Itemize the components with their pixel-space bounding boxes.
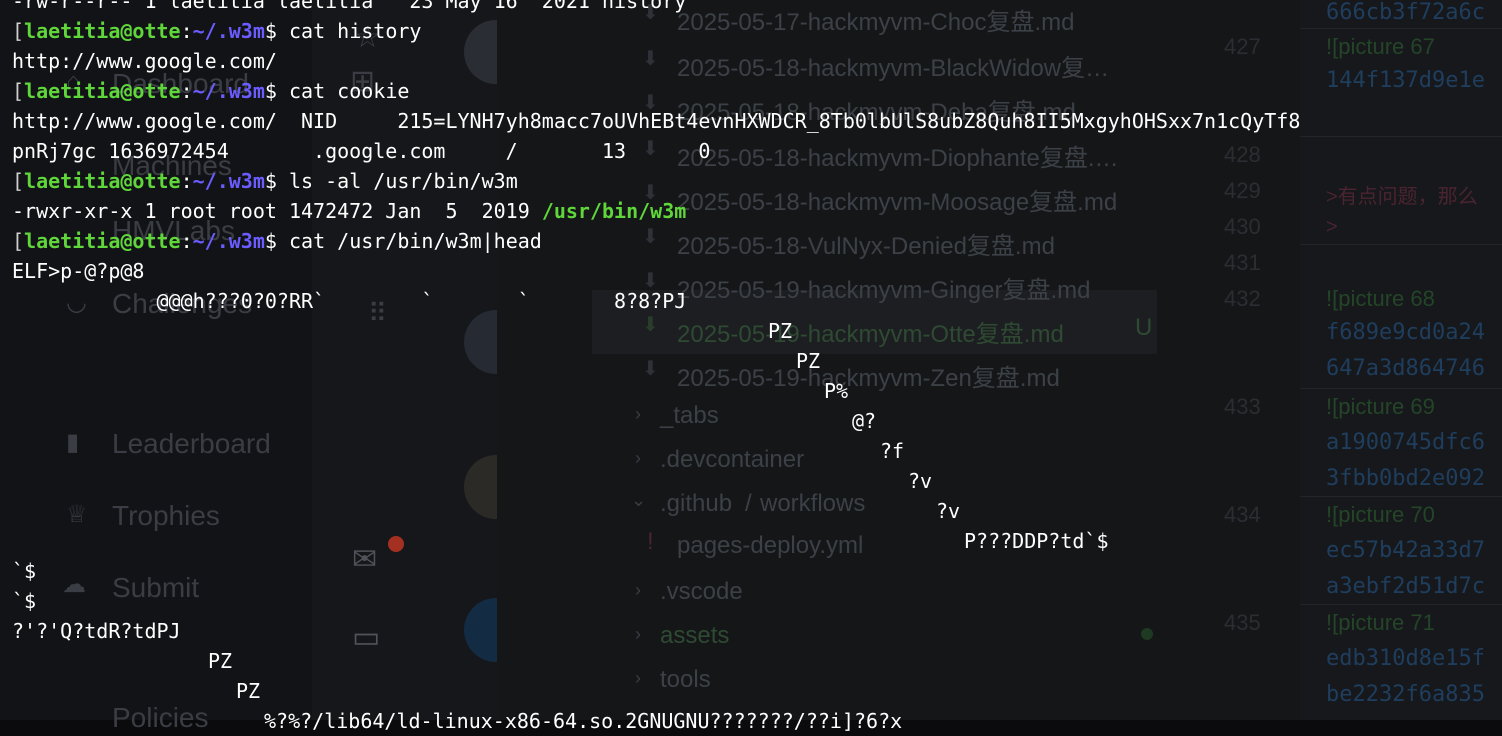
binary-output: ?v <box>908 469 933 493</box>
command-text: cat history <box>288 19 422 43</box>
terminal-output: http://www.google.com/ NID 215=LYNH7yh8m… <box>12 109 1301 133</box>
prompt-user: laetitia@otte <box>24 169 181 193</box>
binary-output: ELF>p-@?p@8 <box>12 259 145 283</box>
terminal[interactable]: -rw-r--r-- 1 laetitia laetitia 23 May 16… <box>0 0 1502 733</box>
terminal-prompt-line: [laetitia@otte:~/.w3m$ ls -al /usr/bin/w… <box>12 169 518 193</box>
terminal-prompt-line: [laetitia@otte:~/.w3m$ cat history <box>12 19 422 43</box>
binary-output: ?'?'Q?tdR?tdPJ <box>12 619 181 643</box>
terminal-output: http://www.google.com/ <box>12 49 277 73</box>
binary-output: `$ <box>12 559 37 583</box>
binary-output: `$ <box>12 589 37 613</box>
command-text: ls -al /usr/bin/w3m <box>288 169 518 193</box>
terminal-prompt-line: [laetitia@otte:~/.w3m$ cat cookie <box>12 79 410 103</box>
binary-output: PZ <box>796 349 821 373</box>
executable-path: /usr/bin/w3m <box>541 199 687 223</box>
binary-output: @? <box>852 409 877 433</box>
prompt-user: laetitia@otte <box>24 19 181 43</box>
prompt-user: laetitia@otte <box>24 229 181 253</box>
prompt-path: ~/.w3m <box>192 79 265 103</box>
terminal-output: -rwxr-xr-x 1 root root 1472472 Jan 5 201… <box>12 199 687 223</box>
binary-output: P% <box>824 379 849 403</box>
terminal-line: -rw-r--r-- 1 laetitia laetitia 23 May 16… <box>12 0 687 13</box>
binary-output: ?v <box>936 499 961 523</box>
terminal-output: pnRj7gc 1636972454 .google.com / 13 0 <box>12 139 711 163</box>
prompt-path: ~/.w3m <box>192 19 265 43</box>
binary-output: PZ <box>236 679 261 703</box>
command-text: cat /usr/bin/w3m|head <box>288 229 542 253</box>
binary-output: PZ <box>768 319 793 343</box>
prompt-path: ~/.w3m <box>192 229 265 253</box>
binary-output: P???DDP?td`$ <box>964 529 1109 553</box>
prompt-user: laetitia@otte <box>24 79 181 103</box>
binary-output: %?%?/lib64/ld-linux-x86-64.so.2GNUGNU???… <box>264 709 903 733</box>
binary-output: ?f <box>880 439 905 463</box>
command-text: cat cookie <box>288 79 410 103</box>
terminal-prompt-line: [laetitia@otte:~/.w3m$ cat /usr/bin/w3m|… <box>12 229 542 253</box>
binary-output: PZ <box>208 649 233 673</box>
prompt-path: ~/.w3m <box>192 169 265 193</box>
binary-output: @@@h???0?0?RR` ` ` 8?8?PJ <box>12 289 687 313</box>
